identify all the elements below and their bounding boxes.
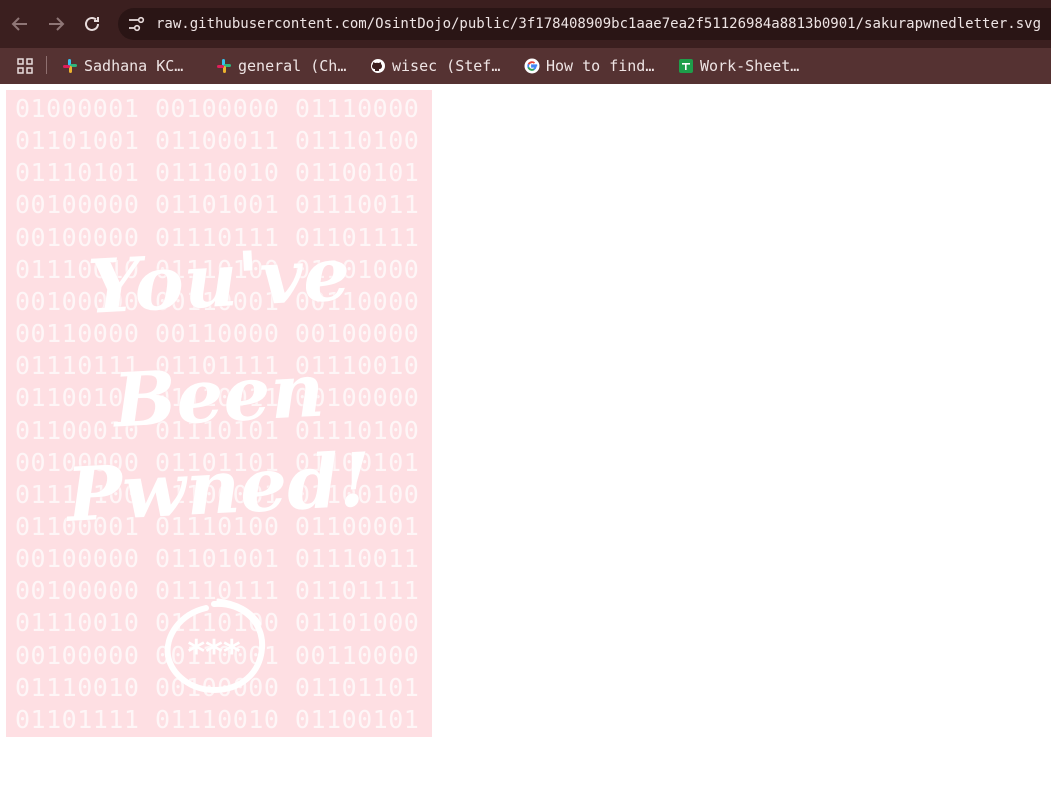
- bookmark-item[interactable]: general (Ch…: [216, 48, 346, 84]
- signature-text: ***: [187, 633, 241, 673]
- pwned-letter-image: 01000001 00100000 01110000 01101001 01100…: [6, 90, 432, 737]
- reload-button[interactable]: [80, 12, 104, 36]
- arrow-left-icon: [11, 17, 27, 31]
- bookmark-item[interactable]: Work-Sheet…: [678, 48, 799, 84]
- bookmark-item[interactable]: wisec (Stef…: [370, 48, 500, 84]
- bookmark-label: Sadhana KC…: [84, 57, 184, 75]
- binary-row: 01101111 01110010 01100101: [15, 704, 420, 734]
- address-bar[interactable]: raw.githubusercontent.com/OsintDojo/publ…: [118, 8, 1051, 40]
- bookmark-label: Work-Sheet…: [700, 57, 800, 75]
- bookmark-item[interactable]: How to find…: [524, 48, 654, 84]
- forward-button[interactable]: [44, 12, 68, 36]
- bookmark-label: general (Ch…: [238, 57, 347, 75]
- google-sheets-icon: [679, 59, 693, 73]
- back-button[interactable]: [8, 12, 32, 36]
- binary-row: 00100000 01101001 01110011: [15, 544, 420, 574]
- browser-toolbar: raw.githubusercontent.com/OsintDojo/publ…: [0, 0, 1051, 48]
- bookmark-label: wisec (Stef…: [392, 57, 501, 75]
- signature-icon: ***: [164, 598, 266, 694]
- apps-button[interactable]: [16, 48, 34, 84]
- binary-row: 01101001 01100011 01110100: [15, 126, 420, 156]
- binary-row: 00100000 01101001 01110011: [15, 190, 420, 220]
- reload-icon: [85, 16, 99, 31]
- bookmark-label: How to find…: [546, 57, 655, 75]
- apps-grid-icon: [17, 58, 33, 74]
- bookmark-item[interactable]: Sadhana KC…: [62, 48, 183, 84]
- page-viewport: 01000001 00100000 01110000 01101001 01100…: [0, 84, 1051, 797]
- binary-row: 01110101 01110010 01100101: [15, 158, 420, 188]
- arrow-right-icon: [49, 17, 65, 31]
- bookmarks-bar: Sadhana KC… general (Ch… wisec (Stef… Ho…: [0, 48, 1051, 84]
- github-icon: [371, 59, 385, 73]
- url-text[interactable]: raw.githubusercontent.com/OsintDojo/publ…: [156, 8, 1041, 40]
- google-icon: [524, 58, 540, 74]
- bookmarks-divider: [46, 56, 47, 74]
- slack-icon: [217, 59, 231, 73]
- site-info-icon[interactable]: [126, 14, 146, 34]
- slack-icon: [63, 59, 77, 73]
- binary-row: 01000001 00100000 01110000: [15, 94, 420, 123]
